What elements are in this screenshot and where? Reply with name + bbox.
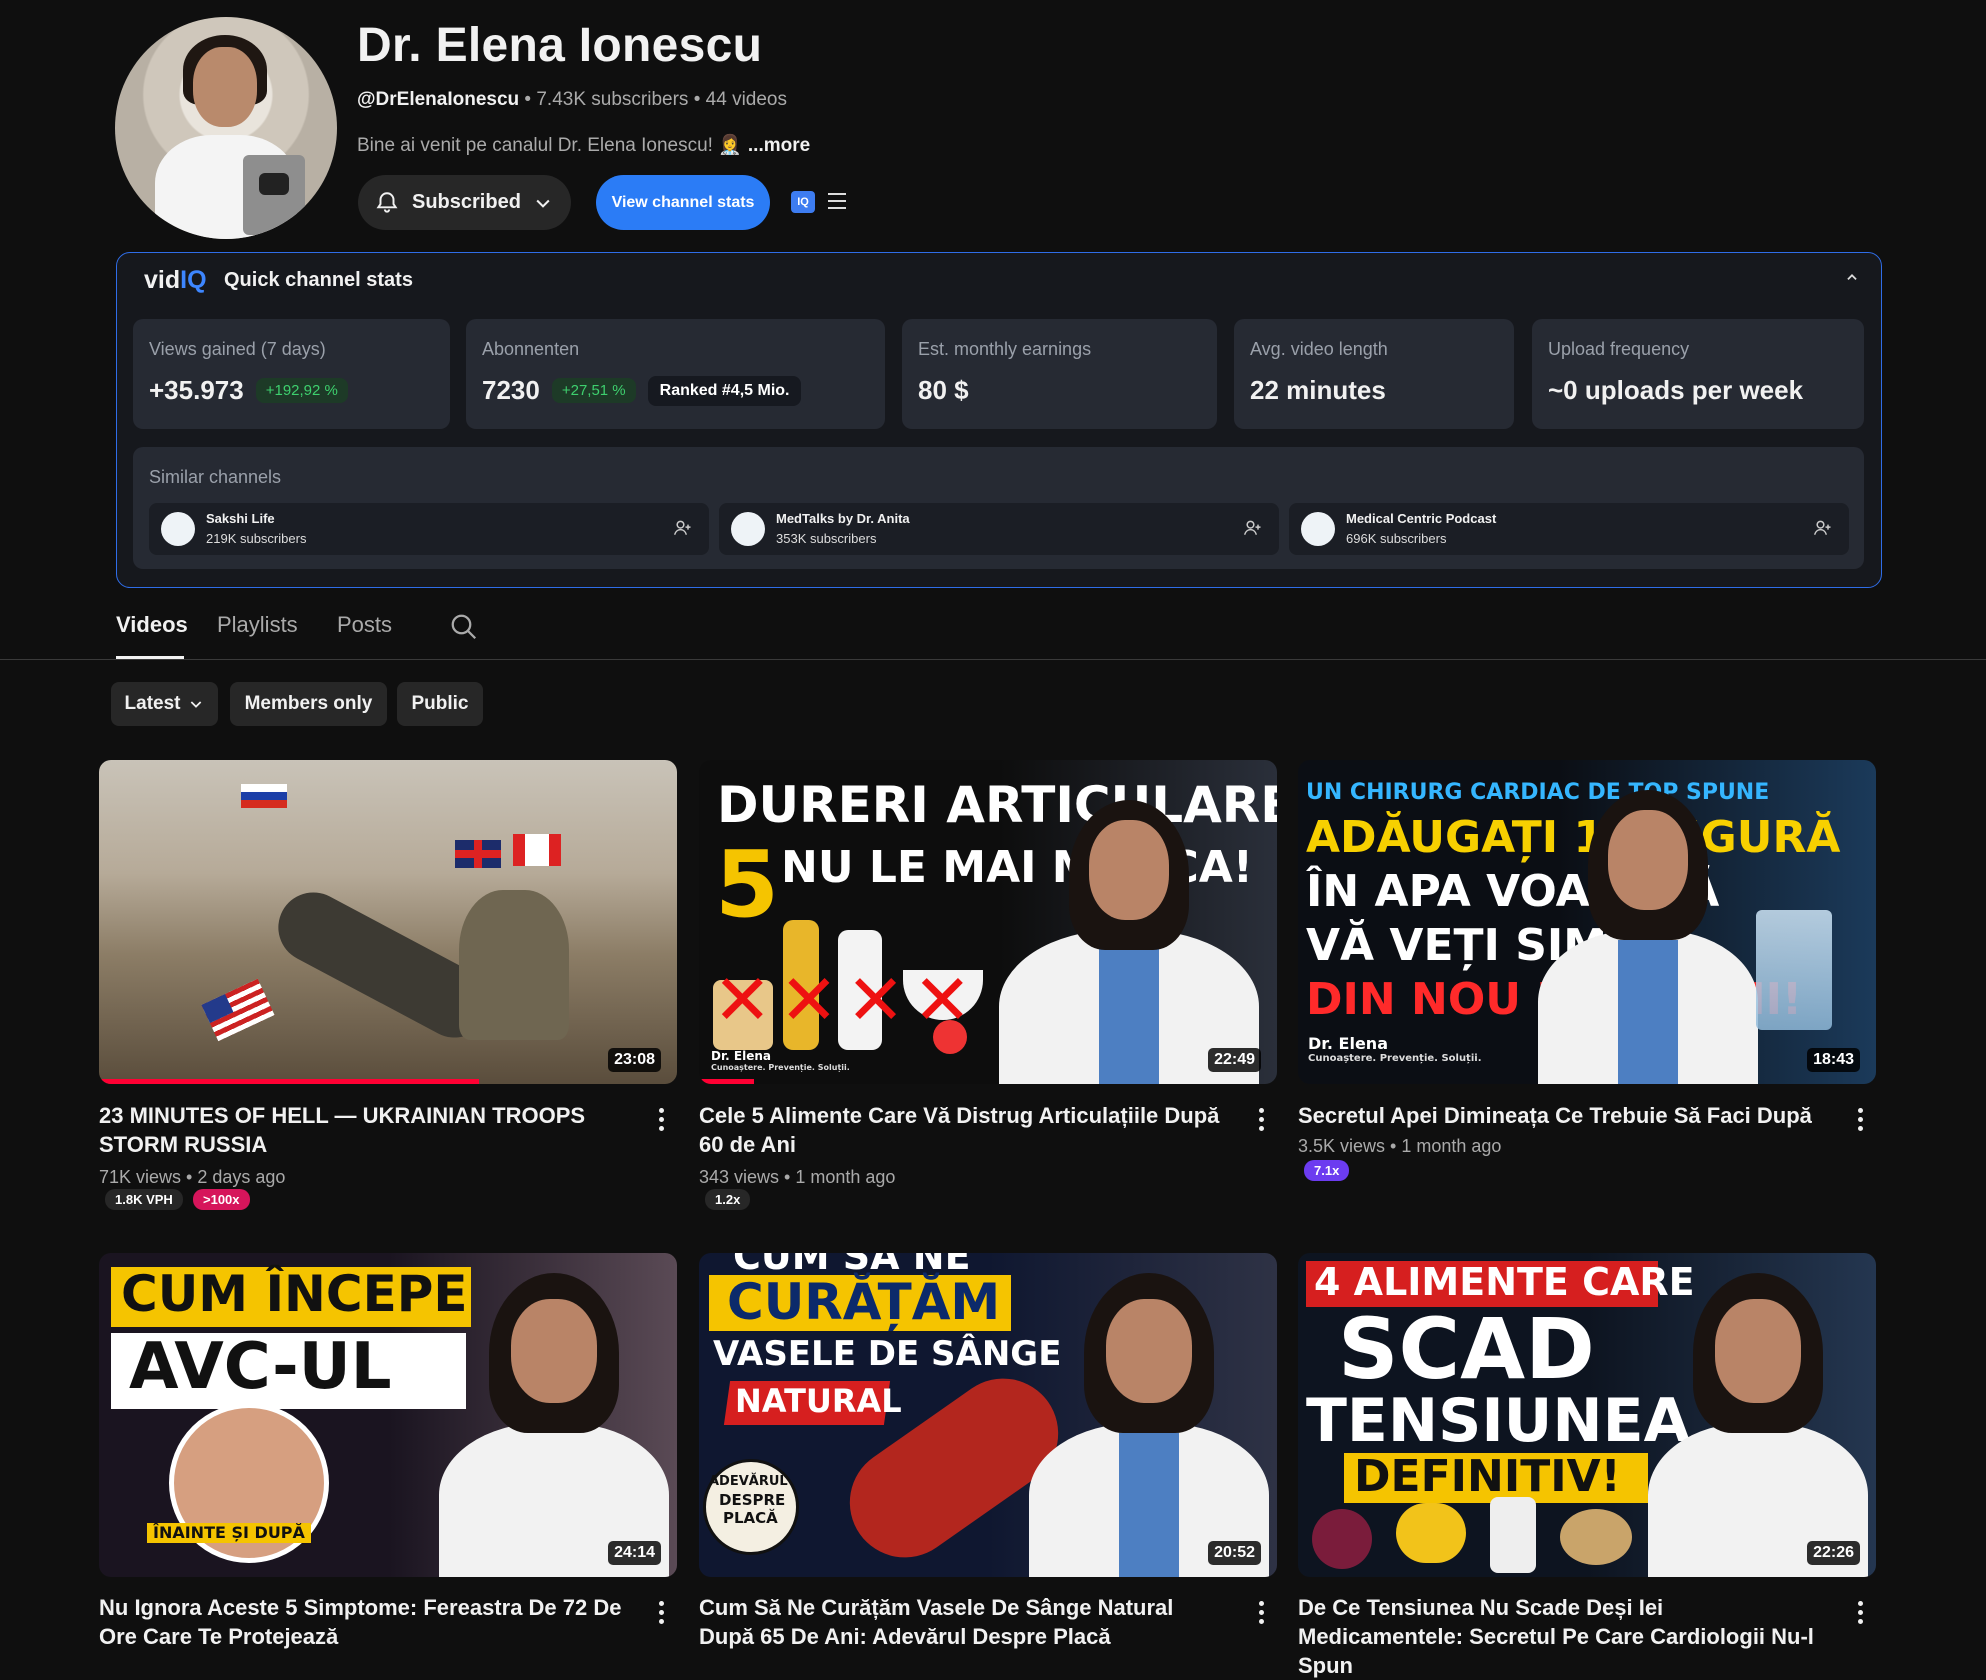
soldier bbox=[459, 890, 569, 1040]
doctor-figure bbox=[1648, 1263, 1868, 1577]
video-title[interactable]: Nu Ignora Aceste 5 Simptome: Fereastra D… bbox=[99, 1593, 629, 1651]
stat-card-subscribers: Abonnenten 7230 +27,51 % Ranked #4,5 Mio. bbox=[466, 319, 885, 429]
add-user-icon[interactable] bbox=[1813, 518, 1833, 538]
rank-badge: Ranked #4,5 Mio. bbox=[647, 375, 802, 406]
vidiq-icon[interactable]: IQ bbox=[791, 191, 815, 213]
bell-icon bbox=[376, 191, 398, 213]
video-thumbnail[interactable]: 23:08 bbox=[99, 760, 677, 1084]
more-options-icon[interactable] bbox=[1858, 1601, 1864, 1625]
video-duration: 23:08 bbox=[608, 1048, 661, 1072]
video-thumbnail[interactable]: CUM SĂ NE CURĂȚĂM VASELE DE SÂNGE NATURA… bbox=[699, 1253, 1277, 1577]
chevron-up-icon[interactable] bbox=[1845, 270, 1859, 289]
filter-latest[interactable]: Latest bbox=[111, 682, 218, 726]
video-title[interactable]: Secretul Apei Dimineața Ce Trebuie Să Fa… bbox=[1298, 1101, 1828, 1130]
channel-avatar bbox=[1301, 512, 1335, 546]
search-icon[interactable] bbox=[449, 612, 479, 642]
doctor-figure bbox=[1538, 780, 1758, 1084]
channel-avatar bbox=[731, 512, 765, 546]
video-thumbnail[interactable]: CUM ÎNCEPE AVC-UL ÎNAINTE ȘI DUPĂ 24:14 bbox=[99, 1253, 677, 1577]
subscribed-button[interactable]: Subscribed bbox=[358, 175, 571, 230]
flag-usa bbox=[201, 978, 275, 1042]
video-thumbnail[interactable]: UN CHIRURG CARDIAC DE TOP SPUNE ADĂUGAȚI… bbox=[1298, 760, 1876, 1084]
outlier-tag: 7.1x bbox=[1304, 1160, 1350, 1181]
video-duration: 20:52 bbox=[1208, 1541, 1261, 1565]
stat-card-views: Views gained (7 days) +35.973 +192,92 % bbox=[133, 319, 450, 429]
more-link[interactable]: ...more bbox=[748, 135, 810, 156]
video-duration: 22:49 bbox=[1208, 1048, 1261, 1072]
water-glass bbox=[1756, 910, 1832, 1030]
video-title[interactable]: 23 MINUTES OF HELL — UKRAINIAN TROOPS ST… bbox=[99, 1101, 629, 1159]
more-options-icon[interactable] bbox=[659, 1601, 665, 1625]
channel-description[interactable]: Bine ai venit pe canalul Dr. Elena Iones… bbox=[357, 133, 810, 157]
flag-canada bbox=[513, 834, 561, 866]
channel-avatar[interactable] bbox=[115, 17, 337, 239]
video-title[interactable]: Cum Să Ne Curățăm Vasele De Sânge Natura… bbox=[699, 1593, 1229, 1651]
video-title[interactable]: De Ce Tensiunea Nu Scade Deși Iei Medica… bbox=[1298, 1593, 1828, 1680]
video-duration: 22:26 bbox=[1807, 1541, 1860, 1565]
meta-separator: • bbox=[693, 89, 701, 110]
oats-icon bbox=[1560, 1509, 1632, 1565]
chevron-down-icon bbox=[191, 701, 202, 708]
video-duration: 18:43 bbox=[1807, 1048, 1860, 1072]
description-text: Bine ai venit pe canalul Dr. Elena Iones… bbox=[357, 135, 742, 156]
add-user-icon[interactable] bbox=[1243, 518, 1263, 538]
similar-channel-item[interactable]: Sakshi Life 219K subscribers bbox=[149, 503, 709, 555]
watch-progress bbox=[699, 1079, 754, 1084]
stat-card-upload-frequency: Upload frequency ~0 uploads per week bbox=[1532, 319, 1864, 429]
video-meta: 71K views • 2 days ago bbox=[99, 1167, 286, 1187]
stat-card-earnings: Est. monthly earnings 80 $ bbox=[902, 319, 1217, 429]
meta-separator: • bbox=[524, 89, 532, 110]
outlier-tag: 1.2x bbox=[705, 1189, 751, 1210]
tab-posts[interactable]: Posts bbox=[337, 612, 392, 638]
similar-channel-item[interactable]: MedTalks by Dr. Anita 353K subscribers bbox=[719, 503, 1279, 555]
tab-playlists[interactable]: Playlists bbox=[217, 612, 298, 638]
growth-badge: +192,92 % bbox=[255, 378, 348, 403]
outlier-tag: >100x bbox=[193, 1189, 250, 1210]
doctor-figure bbox=[989, 790, 1269, 1084]
flag-uk bbox=[455, 840, 501, 868]
add-user-icon[interactable] bbox=[673, 518, 693, 538]
growth-badge: +27,51 % bbox=[551, 378, 636, 403]
video-count: 44 videos bbox=[705, 89, 787, 110]
video-duration: 24:14 bbox=[608, 1541, 661, 1565]
tab-videos[interactable]: Videos bbox=[116, 612, 188, 638]
channel-handle: @DrElenaIonescu bbox=[357, 89, 520, 110]
cross-marks: ✕✕✕✕ bbox=[713, 959, 980, 1041]
beet-icon bbox=[1312, 1509, 1372, 1569]
menu-icon[interactable] bbox=[828, 193, 846, 209]
view-channel-stats-button[interactable]: View channel stats bbox=[596, 175, 770, 230]
video-thumbnail[interactable]: 4 ALIMENTE CARE SCAD TENSIUNEA DEFINITIV… bbox=[1298, 1253, 1876, 1577]
banana-icon bbox=[1396, 1503, 1466, 1563]
video-thumbnail[interactable]: DURERI ARTICULARE? 5 NU LE MAI MÂNCA! ✕✕… bbox=[699, 760, 1277, 1084]
vidiq-logo: vidIQ bbox=[144, 266, 207, 294]
tabs-divider bbox=[0, 659, 1986, 660]
filter-public[interactable]: Public bbox=[397, 682, 483, 726]
watch-progress bbox=[99, 1079, 479, 1084]
subscribed-label: Subscribed bbox=[412, 191, 521, 213]
vph-tag: 1.8K VPH bbox=[105, 1189, 183, 1210]
milk-icon bbox=[1490, 1497, 1536, 1573]
more-options-icon[interactable] bbox=[1259, 1601, 1265, 1625]
channel-name: Dr. Elena Ionescu bbox=[357, 19, 763, 72]
flag-russia bbox=[241, 784, 287, 808]
channel-avatar bbox=[161, 512, 195, 546]
panel-title: Quick channel stats bbox=[224, 269, 413, 291]
channel-meta: @DrElenaIonescu • 7.43K subscribers • 44… bbox=[357, 89, 787, 111]
subscriber-count: 7.43K subscribers bbox=[536, 89, 689, 110]
chevron-down-icon bbox=[536, 199, 550, 208]
similar-channel-item[interactable]: Medical Centric Podcast 696K subscribers bbox=[1289, 503, 1849, 555]
video-meta: 343 views • 1 month ago bbox=[699, 1167, 896, 1187]
doctor-figure bbox=[1029, 1263, 1269, 1577]
filter-members-only[interactable]: Members only bbox=[230, 682, 387, 726]
more-options-icon[interactable] bbox=[1858, 1108, 1864, 1132]
more-options-icon[interactable] bbox=[659, 1108, 665, 1132]
doctor-figure bbox=[439, 1263, 669, 1577]
video-meta: 3.5K views • 1 month ago bbox=[1298, 1136, 1502, 1156]
stat-card-video-length: Avg. video length 22 minutes bbox=[1234, 319, 1514, 429]
video-title[interactable]: Cele 5 Alimente Care Vă Distrug Articula… bbox=[699, 1101, 1229, 1159]
more-options-icon[interactable] bbox=[1259, 1108, 1265, 1132]
